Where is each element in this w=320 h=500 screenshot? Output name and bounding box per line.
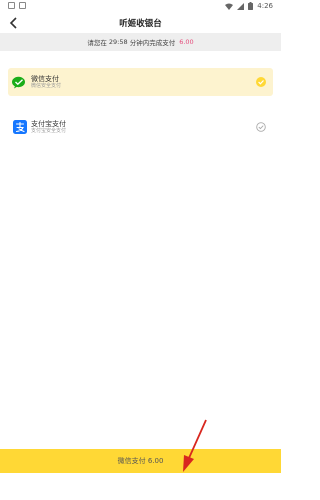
battery-icon [248,2,254,10]
payment-timer-bar: 请您在 29:58 分钟内完成支付 6.00 [0,33,281,51]
pointer-arrow-annotation [183,419,207,472]
alipay-icon [12,120,27,135]
back-button[interactable] [6,15,20,31]
payment-option-name: 支付宝支付 [31,119,66,128]
wifi-icon [225,3,234,10]
timer-countdown: 29:58 [108,38,128,46]
pay-button-label: 微信支付 6.00 [117,457,164,465]
status-time: 4:26 [257,2,273,10]
payment-option-name: 微信支付 [31,74,59,83]
timer-suffix: 分钟内完成支付 [129,39,176,47]
payment-option-subtitle: 微信安全支付 [31,83,62,90]
payment-option-alipay[interactable]: 支付宝支付 支付宝安全支付 [8,113,273,141]
page-header: 听姬收银台 [0,14,281,32]
status-left [8,2,26,9]
signal-icon [237,2,245,10]
pay-button[interactable]: 微信支付 6.00 [0,449,281,473]
timer-prefix: 请您在 [87,39,107,47]
notification-icon [8,2,15,9]
status-bar: 4:26 [0,0,281,14]
payment-option-wechat[interactable]: 微信支付 微信安全支付 [8,68,273,96]
payment-option-subtitle: 支付宝安全支付 [31,128,67,135]
app-icon [19,2,26,9]
status-right: 4:26 [225,2,273,10]
check-selected-icon [256,77,266,87]
wechat-pay-icon [12,75,27,90]
check-unselected-icon [256,122,266,132]
timer-amount: 6.00 [179,38,194,46]
chevron-left-icon [9,17,17,29]
page-title: 听姬收银台 [119,19,162,29]
